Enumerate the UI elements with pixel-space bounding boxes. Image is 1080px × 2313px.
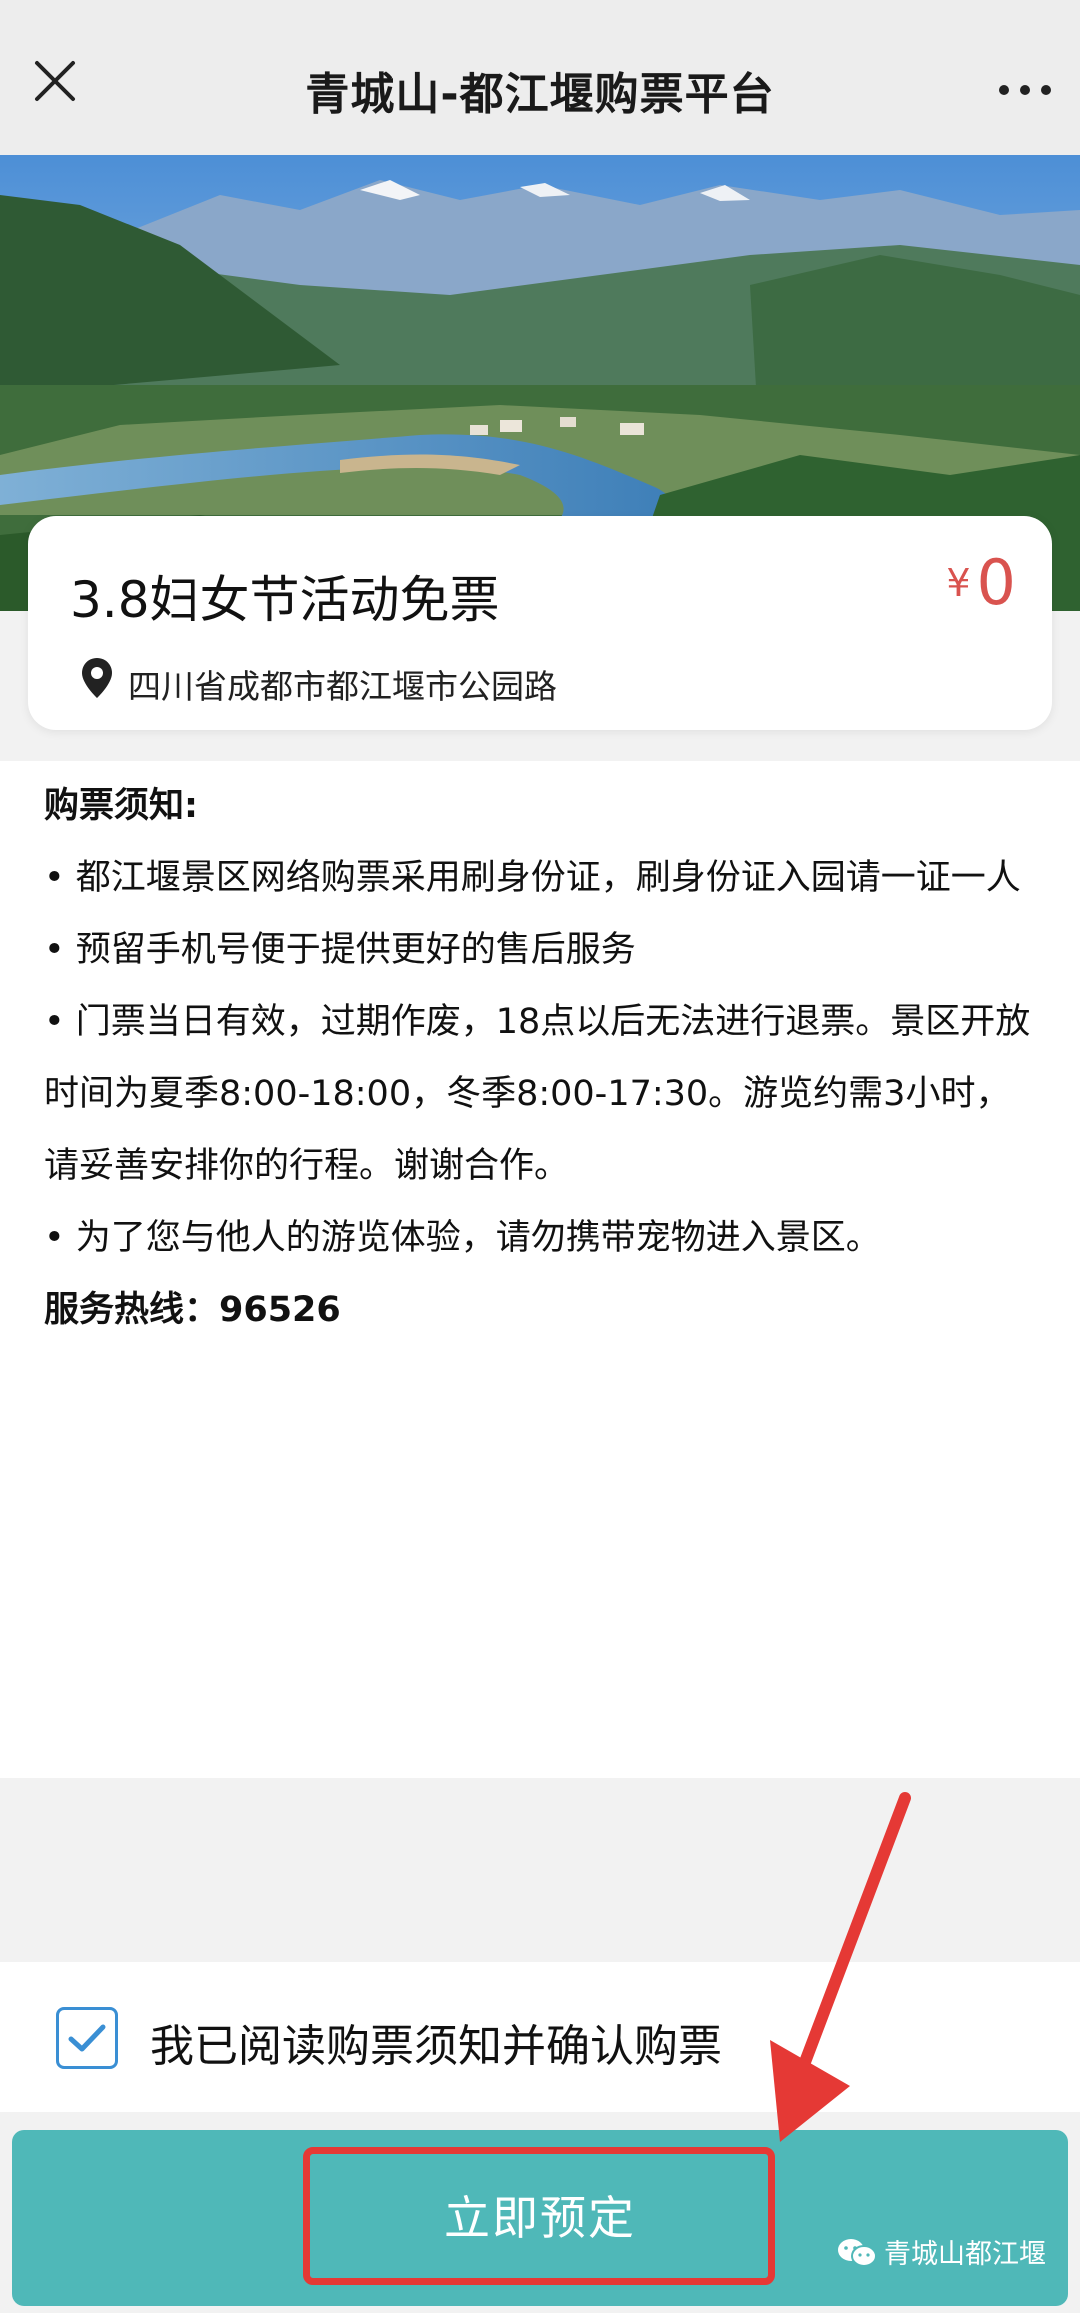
ticket-title: 3.8妇女节活动免票 [70,571,500,629]
notice-item: • 为了您与他人的游览体验，请勿携带宠物进入景区。 [44,1218,881,1258]
ticket-price: ¥0 [946,546,1016,619]
book-now-button[interactable]: 立即预定 青城山都江堰 [12,2130,1068,2306]
watermark: 青城山都江堰 [836,2232,1046,2271]
page-title: 青城山-都江堰购票平台 [305,69,775,120]
price-currency: ¥ [946,561,971,605]
notice-item: • 门票当日有效，过期作废，18点以后无法进行退票。景区开放时间为夏季8:00-… [44,1002,1031,1186]
notice-heading: 购票须知: [44,786,198,826]
checkmark-icon [68,2024,106,2052]
top-nav-bar: 青城山-都江堰购票平台 [0,0,1080,155]
more-icon[interactable] [992,58,1058,124]
wechat-icon [836,2237,878,2269]
price-value: 0 [976,546,1016,619]
confirm-label: 我已阅读购票须知并确认购票 [150,2021,722,2072]
close-icon[interactable] [22,48,88,114]
watermark-text: 青城山都江堰 [884,2239,1046,2270]
service-hotline: 服务热线：96526 [44,1290,341,1330]
confirm-row: 我已阅读购票须知并确认购票 [0,1962,1080,2112]
confirm-checkbox[interactable] [56,2007,118,2069]
bottom-action-bar: 立即预定 青城山都江堰 [0,2112,1080,2313]
section-divider [0,1778,1080,1962]
ticket-address: 四川省成都市都江堰市公园路 [128,667,557,706]
purchase-notice: 购票须知: • 都江堰景区网络购票采用刷身份证，刷身份证入园请一证一人 • 预留… [44,770,1044,1346]
location-pin-icon [80,656,114,700]
ticket-card: 3.8妇女节活动免票 ¥0 四川省成都市都江堰市公园路 [28,516,1052,730]
notice-item: • 预留手机号便于提供更好的售后服务 [44,930,636,970]
notice-item: • 都江堰景区网络购票采用刷身份证，刷身份证入园请一证一人 [44,858,1021,898]
